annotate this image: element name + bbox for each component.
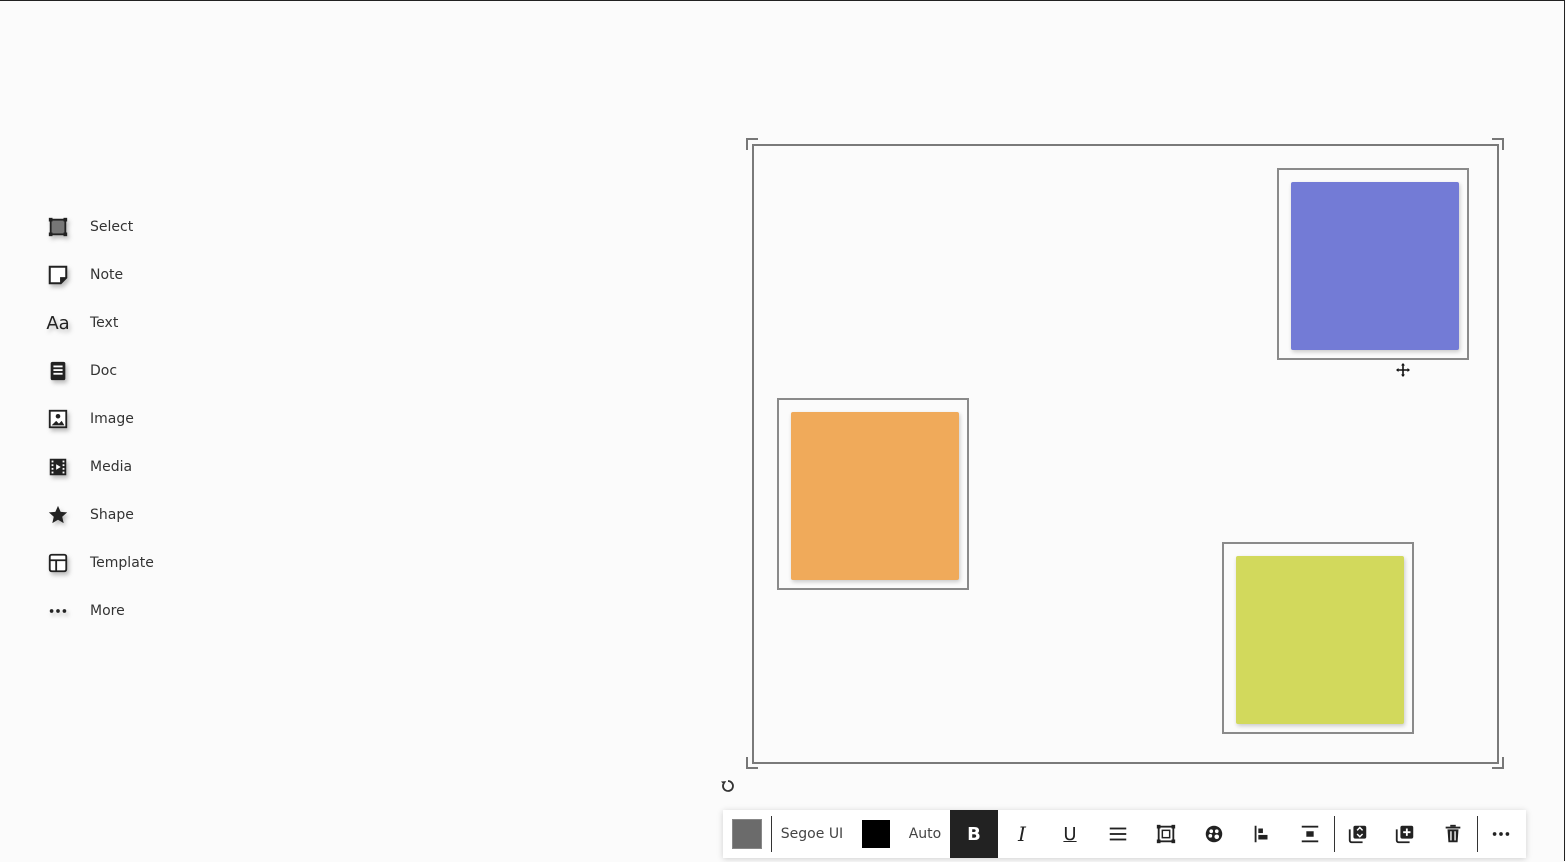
bold-icon: B bbox=[967, 823, 981, 845]
sidebar-item-label: Doc bbox=[90, 363, 118, 379]
align-left-objects-icon bbox=[1254, 825, 1268, 843]
more-horizontal-icon bbox=[1492, 832, 1510, 836]
resize-handle-bottom-right[interactable] bbox=[1492, 757, 1504, 769]
layers-icon bbox=[1348, 825, 1367, 844]
move-cursor-icon bbox=[1396, 363, 1410, 377]
trash-icon bbox=[1445, 824, 1461, 843]
font-family-select[interactable]: Segoe UI bbox=[772, 810, 852, 858]
text-color-button[interactable] bbox=[852, 810, 900, 858]
underline-button[interactable]: U bbox=[1046, 810, 1094, 858]
note-green[interactable] bbox=[1236, 556, 1404, 724]
sidebar-item-doc[interactable]: Doc bbox=[40, 347, 240, 395]
text-icon-glyph: Aa bbox=[46, 312, 70, 334]
italic-icon: I bbox=[1018, 822, 1026, 846]
sidebar-item-label: More bbox=[90, 603, 125, 619]
bold-button[interactable]: B bbox=[950, 810, 998, 858]
italic-button[interactable]: I bbox=[998, 810, 1046, 858]
more-options-button[interactable] bbox=[1478, 810, 1524, 858]
sidebar-item-label: Image bbox=[90, 411, 134, 427]
sidebar-item-label: Select bbox=[90, 219, 134, 235]
rotate-handle-icon[interactable] bbox=[720, 778, 736, 794]
layer-order-button[interactable] bbox=[1335, 810, 1381, 858]
media-icon bbox=[46, 455, 70, 479]
sidebar-item-label: Media bbox=[90, 459, 133, 475]
align-objects-button[interactable] bbox=[1238, 810, 1286, 858]
duplicate-icon bbox=[1395, 825, 1414, 844]
font-size-value: Auto bbox=[908, 826, 942, 842]
star-icon bbox=[46, 503, 70, 527]
font-size-select[interactable]: Auto bbox=[900, 810, 950, 858]
sidebar-item-shape[interactable]: Shape bbox=[40, 491, 240, 539]
distribute-vertical-icon bbox=[1301, 825, 1319, 843]
more-icon bbox=[46, 599, 70, 623]
delete-button[interactable] bbox=[1429, 810, 1477, 858]
sidebar-item-label: Note bbox=[90, 267, 124, 283]
font-family-value: Segoe UI bbox=[780, 826, 844, 842]
text-align-button[interactable] bbox=[1094, 810, 1142, 858]
note-blue[interactable] bbox=[1291, 182, 1459, 350]
sidebar-item-label: Text bbox=[90, 315, 119, 331]
frame-icon bbox=[1156, 824, 1176, 844]
note-orange[interactable] bbox=[791, 412, 959, 580]
sidebar-item-image[interactable]: Image bbox=[40, 395, 240, 443]
fill-color-swatch bbox=[732, 819, 762, 849]
style-palette-button[interactable] bbox=[1190, 810, 1238, 858]
tool-sidebar: Select Note Aa Text Doc Image Media Shap… bbox=[40, 203, 240, 635]
sidebar-item-label: Template bbox=[90, 555, 154, 571]
underline-icon: U bbox=[1063, 823, 1077, 845]
image-icon bbox=[46, 407, 70, 431]
align-center-icon bbox=[1109, 827, 1127, 841]
distribute-button[interactable] bbox=[1286, 810, 1334, 858]
sidebar-item-label: Shape bbox=[90, 507, 134, 523]
frame-button[interactable] bbox=[1142, 810, 1190, 858]
palette-icon bbox=[1205, 825, 1223, 843]
sidebar-item-more[interactable]: More bbox=[40, 587, 240, 635]
resize-handle-top-left[interactable] bbox=[746, 138, 758, 150]
text-icon: Aa bbox=[46, 311, 70, 335]
resize-handle-top-right[interactable] bbox=[1492, 138, 1504, 150]
format-toolbar: Segoe UI Auto B I U bbox=[723, 810, 1526, 858]
note-blue-frame[interactable] bbox=[1277, 168, 1469, 360]
select-icon bbox=[46, 215, 70, 239]
doc-icon bbox=[46, 359, 70, 383]
sidebar-item-text[interactable]: Aa Text bbox=[40, 299, 240, 347]
sidebar-item-select[interactable]: Select bbox=[40, 203, 240, 251]
sidebar-item-media[interactable]: Media bbox=[40, 443, 240, 491]
note-green-frame[interactable] bbox=[1222, 542, 1414, 734]
sidebar-item-template[interactable]: Template bbox=[40, 539, 240, 587]
duplicate-button[interactable] bbox=[1381, 810, 1429, 858]
note-icon bbox=[46, 263, 70, 287]
template-icon bbox=[46, 551, 70, 575]
fill-color-button[interactable] bbox=[723, 810, 771, 858]
resize-handle-bottom-left[interactable] bbox=[746, 757, 758, 769]
sidebar-item-note[interactable]: Note bbox=[40, 251, 240, 299]
note-orange-frame[interactable] bbox=[777, 398, 969, 590]
text-color-swatch bbox=[862, 820, 890, 848]
